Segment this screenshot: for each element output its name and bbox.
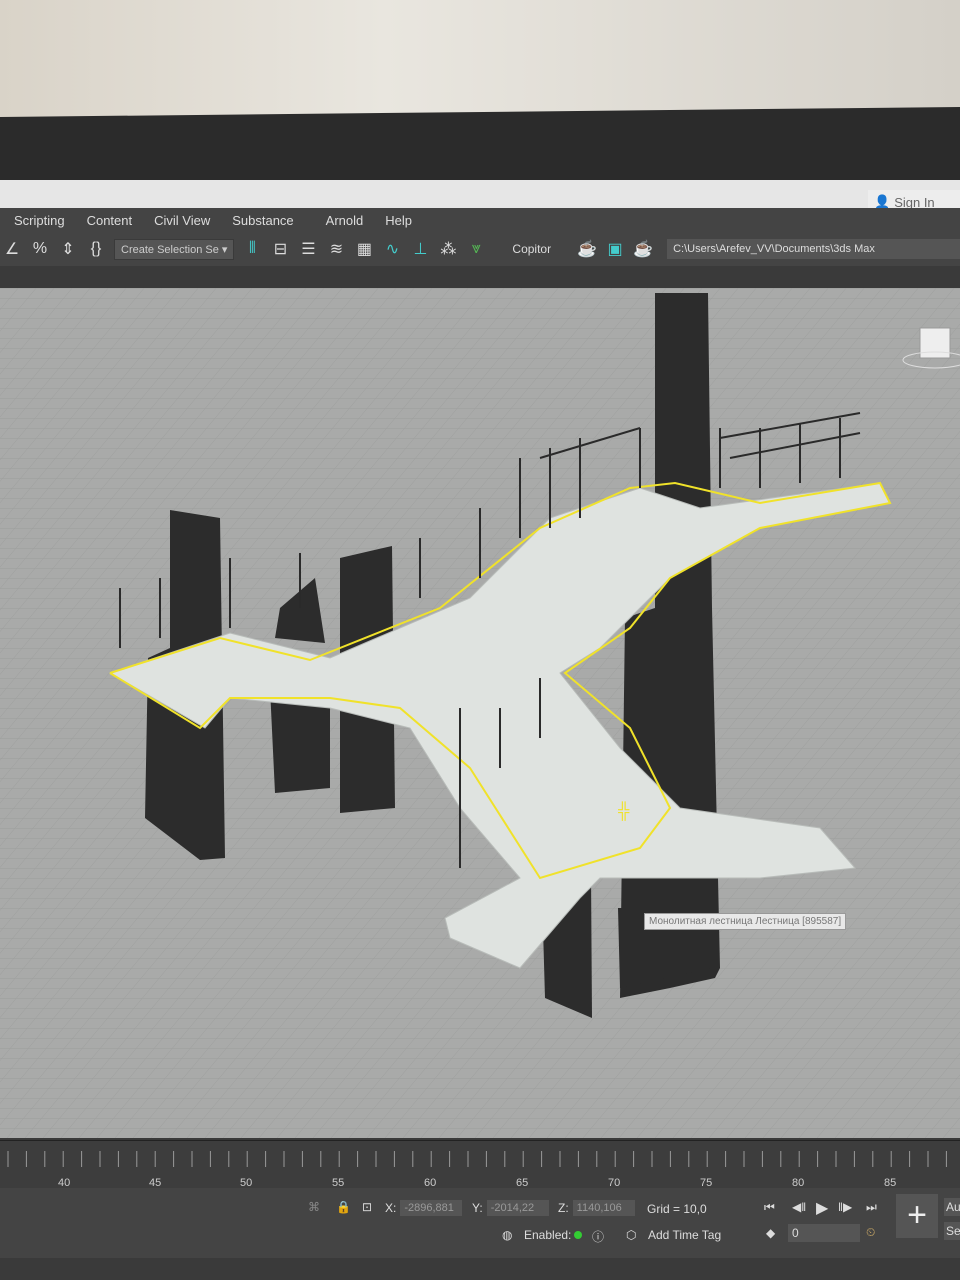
absolute-mode-icon[interactable]: ⊡	[362, 1200, 372, 1214]
render-icon[interactable]: ☕	[633, 239, 653, 259]
mirror-icon[interactable]: ⫴	[242, 239, 262, 259]
create-key-button[interactable]: +	[896, 1194, 938, 1238]
current-frame-field[interactable]: 0	[788, 1224, 860, 1242]
title-bar: 👤 Sign In	[0, 180, 960, 214]
copitor-button[interactable]: Copitor	[512, 242, 551, 256]
timeline-ticks	[7, 1151, 947, 1167]
render-setup-icon[interactable]: ☕	[577, 239, 597, 259]
menu-arnold[interactable]: Arnold	[326, 213, 364, 228]
menu-bar: Scripting Content Civil View Substance A…	[0, 208, 960, 232]
align-icon[interactable]: ⊟	[270, 239, 290, 259]
main-toolbar: ∠ % ⇕ {} Create Selection Se ▾ ⫴ ⊟ ☰ ≋ ▦…	[0, 232, 960, 266]
ribbon-icon[interactable]: ▦	[354, 239, 374, 259]
project-path[interactable]: C:\Users\Arefev_VV\Documents\3ds Max	[667, 239, 960, 259]
enabled-indicator	[574, 1231, 582, 1239]
selection-set-dropdown[interactable]: Create Selection Se ▾	[114, 238, 235, 260]
go-to-end-icon[interactable]: ⏭	[866, 1200, 877, 1215]
play-icon[interactable]: ▶	[816, 1198, 828, 1218]
edit-named-selection-icon[interactable]: {}	[86, 239, 106, 259]
y-coordinate-field[interactable]: -2014,22	[486, 1200, 549, 1216]
menu-content[interactable]: Content	[87, 213, 133, 228]
x-coordinate-field[interactable]: -2896,881	[400, 1200, 463, 1216]
lock-icon[interactable]: 🔒	[336, 1200, 351, 1214]
perspective-viewport[interactable]: ╬ Монолитная лестница Лестница [895587]	[0, 288, 960, 1138]
adaptive-degradation-icon[interactable]: ◍	[502, 1228, 512, 1242]
schematic-view-icon[interactable]: ⁂	[438, 239, 458, 259]
previous-frame-icon[interactable]: ◀‖	[792, 1200, 806, 1214]
percent-snap-icon[interactable]: %	[30, 239, 50, 259]
enabled-label: Enabled:	[524, 1228, 572, 1242]
z-coordinate-field[interactable]: 1140,106	[572, 1200, 635, 1216]
auto-key-button[interactable]: Au	[944, 1198, 960, 1216]
menu-scripting[interactable]: Scripting	[14, 213, 65, 228]
screen: 👤 Sign In Scripting Content Civil View Su…	[0, 180, 960, 1280]
key-mode-icon[interactable]: ◆	[766, 1226, 775, 1240]
next-frame-icon[interactable]: ‖▶	[838, 1200, 852, 1214]
add-time-tag-button[interactable]: Add Time Tag	[648, 1228, 721, 1242]
menu-help[interactable]: Help	[385, 213, 412, 228]
layer-explorer-icon[interactable]: ≋	[326, 239, 346, 259]
spinner-snap-icon[interactable]: ⇕	[58, 239, 78, 259]
menu-civil-view[interactable]: Civil View	[154, 213, 210, 228]
curve-editor-icon[interactable]: ∿	[382, 239, 402, 259]
angle-snap-icon[interactable]: ∠	[2, 239, 22, 259]
status-bar: ⌘ 🔒 ⊡ X: -2896,881 Y: -2014,22 Z: 1140,106 …	[0, 1188, 960, 1258]
menu-substance[interactable]: Substance	[232, 213, 293, 228]
scene-view: ╬	[0, 288, 960, 1138]
info-icon[interactable]: ⓘ	[592, 1228, 604, 1245]
material-editor-icon[interactable]: ⩔	[466, 239, 486, 259]
cursor-icon: ╬	[618, 801, 630, 821]
scene-explorer-icon[interactable]: ☰	[298, 239, 318, 259]
go-to-start-icon[interactable]: ⏮	[764, 1200, 775, 1215]
time-configuration-icon[interactable]: ⏲	[866, 1225, 875, 1240]
time-tag-icon: ⬡	[626, 1228, 637, 1242]
timeline[interactable]: 40 45 50 55 60 65 70 75 80 85	[0, 1140, 960, 1189]
dope-sheet-icon[interactable]: ⊥	[410, 239, 430, 259]
isolate-icon[interactable]: ⌘	[308, 1200, 320, 1214]
set-key-button[interactable]: Se	[944, 1222, 960, 1240]
rendered-frame-window-icon[interactable]: ▣	[605, 239, 625, 259]
object-tooltip: Монолитная лестница Лестница [895587]	[644, 913, 847, 930]
grid-readout: Grid = 10,0	[647, 1202, 707, 1216]
